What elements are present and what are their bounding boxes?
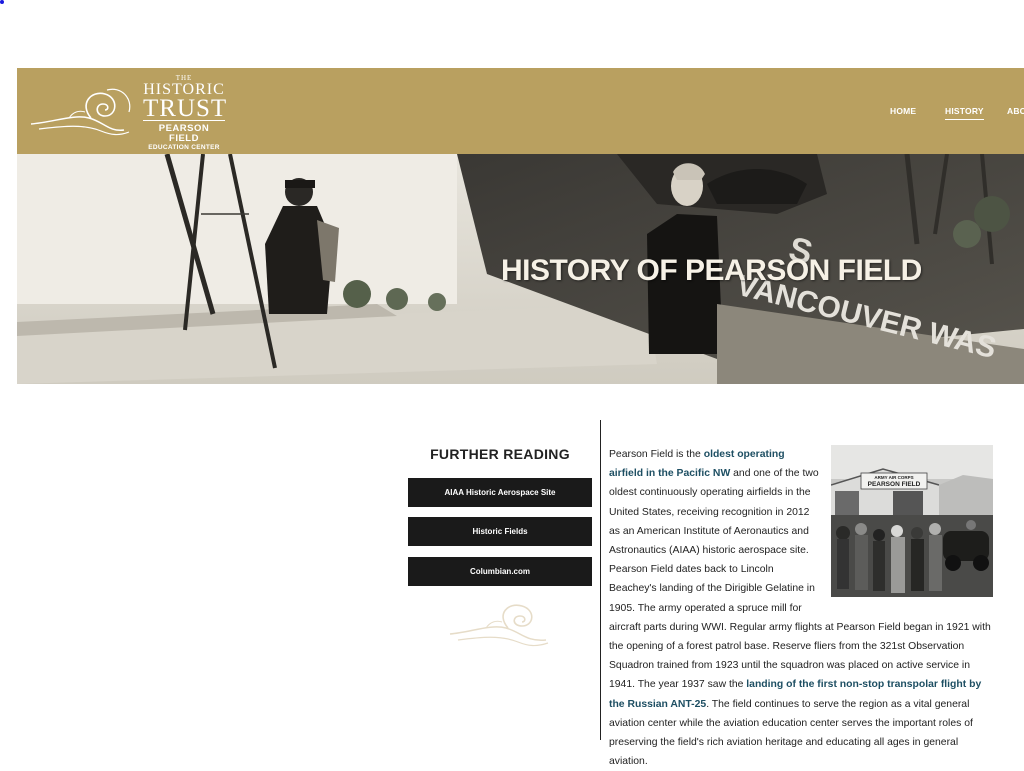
columbian-com-button[interactable]: Columbian.com — [408, 557, 592, 586]
decorative-swirl-icon — [449, 604, 549, 647]
sign-top-text: ARMY AIR CORPS — [874, 475, 913, 480]
further-reading-title: FURTHER READING — [430, 446, 570, 462]
hero-banner: S VANCOUVER WAS HISTORY OF PEARSON FIELD — [17, 154, 1024, 384]
logo-trust: TRUST — [143, 95, 228, 122]
article-text-1: Pearson Field is the — [609, 449, 704, 460]
logo-education-center: EDUCATION CENTER — [148, 144, 220, 151]
historic-fields-button[interactable]: Historic Fields — [408, 517, 592, 546]
site-logo[interactable]: THE HISTORIC TRUST PEARSON FIELD EDUCATI… — [29, 74, 229, 152]
page-corner-dot — [0, 0, 4, 4]
nav-home[interactable]: HOME — [890, 106, 916, 116]
swirl-logo-icon — [30, 88, 131, 136]
nav-history[interactable]: HISTORY — [945, 106, 984, 120]
column-divider — [600, 420, 601, 740]
aiaa-historic-aerospace-site-button[interactable]: AIAA Historic Aerospace Site — [408, 478, 592, 507]
sign-main-text: PEARSON FIELD — [868, 481, 921, 488]
logo-wordmark: THE HISTORIC TRUST PEARSON FIELD EDUCATI… — [143, 74, 228, 152]
hero-title: HISTORY OF PEARSON FIELD — [501, 254, 922, 287]
pearson-field-hangar-photo: ARMY AIR CORPS PEARSON FIELD — [831, 445, 993, 597]
logo-pearson-field: PEARSON FIELD — [158, 123, 210, 144]
history-article: ARMY AIR CORPS PEARSON FIELD Pearson Fie… — [609, 445, 993, 771]
site-header: THE HISTORIC TRUST PEARSON FIELD EDUCATI… — [17, 68, 1024, 154]
nav-about[interactable]: ABO — [1007, 106, 1024, 116]
